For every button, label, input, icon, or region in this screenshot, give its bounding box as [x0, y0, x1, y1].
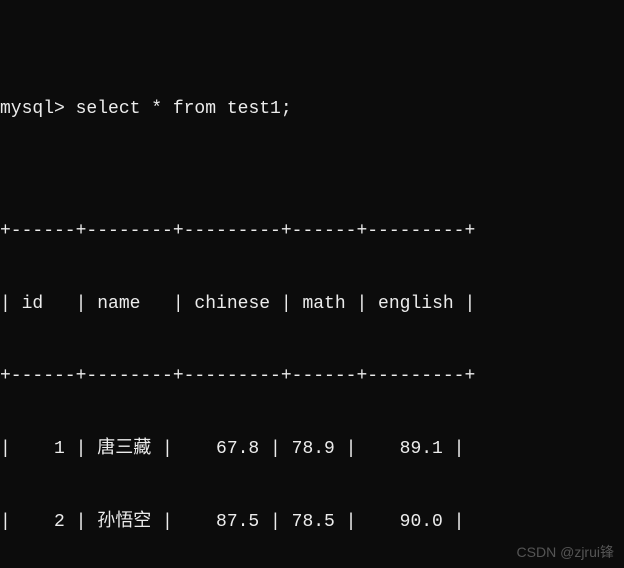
table1-border-mid: +------+--------+---------+------+------… — [0, 364, 624, 388]
prompt-line-1: mysql> select * from test1; — [0, 97, 624, 121]
mysql-prompt: mysql> — [0, 97, 65, 121]
sql-query-1: select * from test1; — [65, 97, 292, 121]
table1-row: | 1 | 唐三藏 | 67.8 | 78.9 | 89.1 | — [0, 437, 624, 461]
mysql-terminal: mysql> select * from test1; +------+----… — [0, 0, 624, 568]
table1-header: | id | name | chinese | math | english | — [0, 292, 624, 316]
watermark: CSDN @zjrui锋 — [517, 543, 614, 562]
table1-border-top: +------+--------+---------+------+------… — [0, 219, 624, 243]
table1-row: | 2 | 孙悟空 | 87.5 | 78.5 | 90.0 | — [0, 510, 624, 534]
